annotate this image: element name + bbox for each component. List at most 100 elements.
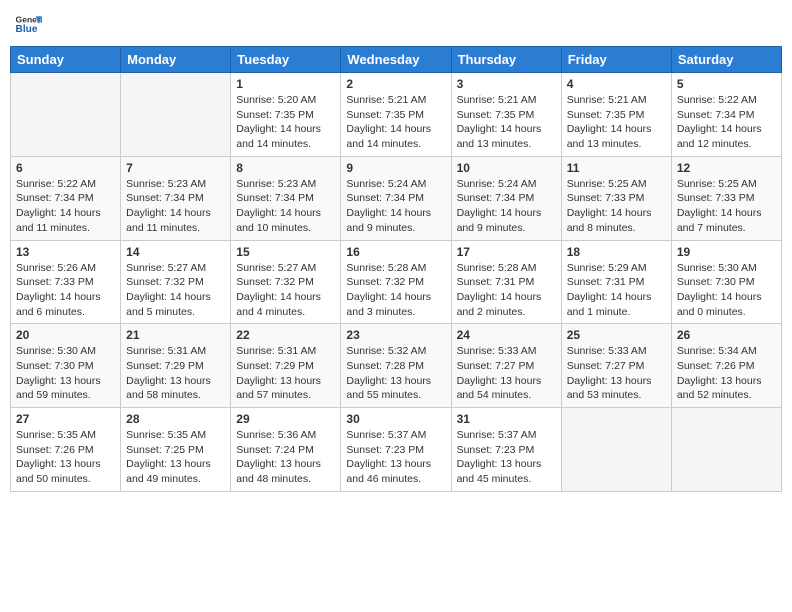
day-number: 24 (457, 328, 556, 342)
day-detail: Sunrise: 5:33 AMSunset: 7:27 PMDaylight:… (567, 344, 666, 403)
day-number: 28 (126, 412, 225, 426)
calendar-week-row: 1 Sunrise: 5:20 AMSunset: 7:35 PMDaylight… (11, 73, 782, 157)
weekday-header-sunday: Sunday (11, 47, 121, 73)
day-number: 20 (16, 328, 115, 342)
day-number: 26 (677, 328, 776, 342)
calendar-cell: 19 Sunrise: 5:30 AMSunset: 7:30 PMDayligh… (671, 240, 781, 324)
day-number: 22 (236, 328, 335, 342)
calendar-cell: 6Sunrise: 5:22 AMSunset: 7:34 PMDaylight… (11, 156, 121, 240)
logo: General Blue (14, 10, 42, 38)
day-detail: Sunrise: 5:23 AMSunset: 7:34 PMDaylight:… (236, 177, 335, 236)
day-detail: Sunrise: 5:30 AMSunset: 7:30 PMDaylight:… (16, 344, 115, 403)
day-number: 6 (16, 161, 115, 175)
day-number: 8 (236, 161, 335, 175)
calendar-cell (121, 73, 231, 157)
day-detail: Sunrise: 5:26 AMSunset: 7:33 PMDaylight:… (16, 261, 115, 320)
day-detail: Sunrise: 5:31 AMSunset: 7:29 PMDaylight:… (236, 344, 335, 403)
day-detail: Sunrise: 5:21 AMSunset: 7:35 PMDaylight:… (457, 93, 556, 152)
calendar-cell (671, 408, 781, 492)
day-number: 31 (457, 412, 556, 426)
day-detail: Sunrise: 5:28 AMSunset: 7:32 PMDaylight:… (346, 261, 445, 320)
day-number: 27 (16, 412, 115, 426)
weekday-header-row: SundayMondayTuesdayWednesdayThursdayFrid… (11, 47, 782, 73)
day-number: 11 (567, 161, 666, 175)
weekday-header-saturday: Saturday (671, 47, 781, 73)
day-number: 21 (126, 328, 225, 342)
day-detail: Sunrise: 5:23 AMSunset: 7:34 PMDaylight:… (126, 177, 225, 236)
calendar-cell: 13Sunrise: 5:26 AMSunset: 7:33 PMDayligh… (11, 240, 121, 324)
calendar-cell: 30Sunrise: 5:37 AMSunset: 7:23 PMDayligh… (341, 408, 451, 492)
calendar-cell: 3 Sunrise: 5:21 AMSunset: 7:35 PMDaylight… (451, 73, 561, 157)
calendar-week-row: 6Sunrise: 5:22 AMSunset: 7:34 PMDaylight… (11, 156, 782, 240)
day-detail: Sunrise: 5:21 AMSunset: 7:35 PMDaylight:… (567, 93, 666, 152)
logo-icon: General Blue (14, 10, 42, 38)
day-detail: Sunrise: 5:31 AMSunset: 7:29 PMDaylight:… (126, 344, 225, 403)
calendar-cell: 22 Sunrise: 5:31 AMSunset: 7:29 PMDayligh… (231, 324, 341, 408)
day-detail: Sunrise: 5:20 AMSunset: 7:35 PMDaylight:… (236, 93, 335, 152)
calendar-cell: 2 Sunrise: 5:21 AMSunset: 7:35 PMDaylight… (341, 73, 451, 157)
weekday-header-friday: Friday (561, 47, 671, 73)
weekday-header-tuesday: Tuesday (231, 47, 341, 73)
calendar-cell: 9Sunrise: 5:24 AMSunset: 7:34 PMDaylight… (341, 156, 451, 240)
calendar-cell: 1 Sunrise: 5:20 AMSunset: 7:35 PMDaylight… (231, 73, 341, 157)
day-number: 29 (236, 412, 335, 426)
day-detail: Sunrise: 5:30 AMSunset: 7:30 PMDaylight:… (677, 261, 776, 320)
calendar-week-row: 20 Sunrise: 5:30 AMSunset: 7:30 PMDayligh… (11, 324, 782, 408)
day-detail: Sunrise: 5:29 AMSunset: 7:31 PMDaylight:… (567, 261, 666, 320)
svg-text:Blue: Blue (16, 24, 38, 35)
day-number: 1 (236, 77, 335, 91)
day-number: 19 (677, 245, 776, 259)
day-number: 15 (236, 245, 335, 259)
calendar-cell: 7 Sunrise: 5:23 AMSunset: 7:34 PMDaylight… (121, 156, 231, 240)
calendar-cell: 28 Sunrise: 5:35 AMSunset: 7:25 PMDayligh… (121, 408, 231, 492)
day-number: 25 (567, 328, 666, 342)
day-detail: Sunrise: 5:35 AMSunset: 7:26 PMDaylight:… (16, 428, 115, 487)
calendar-cell: 17 Sunrise: 5:28 AMSunset: 7:31 PMDayligh… (451, 240, 561, 324)
calendar-cell (11, 73, 121, 157)
calendar-cell: 5Sunrise: 5:22 AMSunset: 7:34 PMDaylight… (671, 73, 781, 157)
day-detail: Sunrise: 5:32 AMSunset: 7:28 PMDaylight:… (346, 344, 445, 403)
calendar-cell: 11 Sunrise: 5:25 AMSunset: 7:33 PMDayligh… (561, 156, 671, 240)
calendar-cell: 26 Sunrise: 5:34 AMSunset: 7:26 PMDayligh… (671, 324, 781, 408)
day-number: 2 (346, 77, 445, 91)
calendar-cell: 25 Sunrise: 5:33 AMSunset: 7:27 PMDayligh… (561, 324, 671, 408)
calendar-table: SundayMondayTuesdayWednesdayThursdayFrid… (10, 46, 782, 492)
day-number: 9 (346, 161, 445, 175)
weekday-header-monday: Monday (121, 47, 231, 73)
day-number: 23 (346, 328, 445, 342)
calendar-cell: 4 Sunrise: 5:21 AMSunset: 7:35 PMDaylight… (561, 73, 671, 157)
day-detail: Sunrise: 5:34 AMSunset: 7:26 PMDaylight:… (677, 344, 776, 403)
day-detail: Sunrise: 5:25 AMSunset: 7:33 PMDaylight:… (677, 177, 776, 236)
day-number: 30 (346, 412, 445, 426)
day-number: 16 (346, 245, 445, 259)
day-number: 5 (677, 77, 776, 91)
calendar-cell: 12Sunrise: 5:25 AMSunset: 7:33 PMDayligh… (671, 156, 781, 240)
calendar-week-row: 27 Sunrise: 5:35 AMSunset: 7:26 PMDayligh… (11, 408, 782, 492)
calendar-cell: 10 Sunrise: 5:24 AMSunset: 7:34 PMDayligh… (451, 156, 561, 240)
weekday-header-thursday: Thursday (451, 47, 561, 73)
day-detail: Sunrise: 5:36 AMSunset: 7:24 PMDaylight:… (236, 428, 335, 487)
calendar-cell: 15 Sunrise: 5:27 AMSunset: 7:32 PMDayligh… (231, 240, 341, 324)
day-detail: Sunrise: 5:37 AMSunset: 7:23 PMDaylight:… (457, 428, 556, 487)
day-number: 3 (457, 77, 556, 91)
day-detail: Sunrise: 5:27 AMSunset: 7:32 PMDaylight:… (236, 261, 335, 320)
weekday-header-wednesday: Wednesday (341, 47, 451, 73)
day-detail: Sunrise: 5:28 AMSunset: 7:31 PMDaylight:… (457, 261, 556, 320)
day-number: 4 (567, 77, 666, 91)
calendar-cell: 8 Sunrise: 5:23 AMSunset: 7:34 PMDaylight… (231, 156, 341, 240)
day-detail: Sunrise: 5:24 AMSunset: 7:34 PMDaylight:… (457, 177, 556, 236)
day-number: 18 (567, 245, 666, 259)
day-number: 17 (457, 245, 556, 259)
day-detail: Sunrise: 5:21 AMSunset: 7:35 PMDaylight:… (346, 93, 445, 152)
calendar-cell (561, 408, 671, 492)
calendar-cell: 23 Sunrise: 5:32 AMSunset: 7:28 PMDayligh… (341, 324, 451, 408)
calendar-cell: 29 Sunrise: 5:36 AMSunset: 7:24 PMDayligh… (231, 408, 341, 492)
day-number: 14 (126, 245, 225, 259)
day-detail: Sunrise: 5:35 AMSunset: 7:25 PMDaylight:… (126, 428, 225, 487)
day-detail: Sunrise: 5:25 AMSunset: 7:33 PMDaylight:… (567, 177, 666, 236)
day-detail: Sunrise: 5:33 AMSunset: 7:27 PMDaylight:… (457, 344, 556, 403)
day-number: 7 (126, 161, 225, 175)
calendar-cell: 20 Sunrise: 5:30 AMSunset: 7:30 PMDayligh… (11, 324, 121, 408)
day-number: 10 (457, 161, 556, 175)
calendar-cell: 31 Sunrise: 5:37 AMSunset: 7:23 PMDayligh… (451, 408, 561, 492)
